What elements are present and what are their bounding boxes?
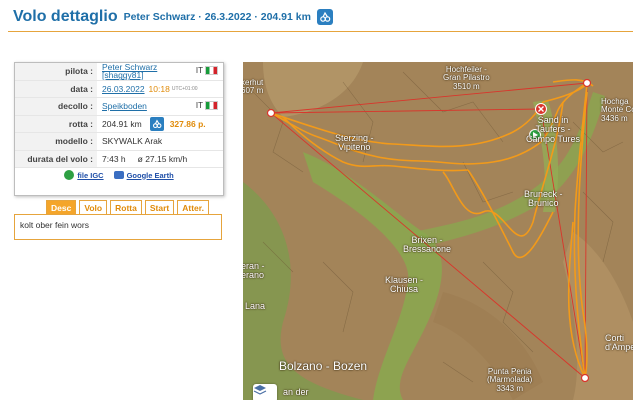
map-label-brixen: Brixen - Bressanone [403,235,452,255]
map-label-peak: kerhut 607 m [243,78,264,96]
tab-start[interactable]: Start [144,200,175,214]
igc-file-link[interactable]: file IGC [77,171,103,180]
google-earth-link[interactable]: Google Earth [127,171,174,180]
map-label-marmolada: Punta Penia (Marmolada) 3343 m [487,367,533,393]
page-header: Volo dettaglio Peter Schwarz · 26.3.2022… [13,6,333,28]
pilot-country-code: IT [195,65,203,75]
tab-desc[interactable]: Desc [46,200,77,214]
tab-rotta[interactable]: Rotta [110,200,142,214]
download-links: file IGC Google Earth [15,168,223,182]
takeoff-row: decollo : Speikboden IT [15,98,223,116]
map-label-lana: Lana [245,301,266,311]
route-label: rotta : [15,115,97,132]
map-label-text: Sand in Taufers - Campo Tures [526,115,581,144]
tab-volo[interactable]: Volo [79,200,108,214]
map-label-bolzano: Bolzano - Bozen [279,360,367,373]
flight-duration: 7:43 h [102,153,126,164]
date-row: data : 26.03.2022 10:18 UTC+01:00 [15,80,223,98]
flight-info-panel: pilota : Peter Schwarz [shaggy81] IT dat… [14,62,224,196]
map-label-bruneck: Bruneck - Brunico [524,189,563,209]
map-label-text: Brixen - Bressanone [403,235,452,255]
pilot-handle-link[interactable]: [shaggy81] [102,71,144,80]
map-label-sand-in-taufers: Sand in Taufers - Campo Tures [526,115,581,144]
takeoff-country: IT [196,101,218,110]
date-label: data : [15,80,97,97]
description-box: kolt ober fein wors [14,214,222,240]
map-label-meran: eran - erano [243,261,265,281]
xcontest-icon[interactable] [316,9,333,25]
glider-model: SKYWALK Arak [102,136,163,147]
map-label-text: Bruneck - Brunico [524,189,563,209]
page-title: Volo dettaglio [13,8,118,25]
map-label-an-der: an der [283,387,309,397]
model-row: modello : SKYWALK Arak [15,133,223,151]
map-label-hochfeiler: Hochfeiler - Gran Pilastro 3510 m [443,65,490,91]
italy-flag-icon [205,101,218,110]
italy-flag-icon [205,66,218,75]
map-label-text: Hochga Monte Col 3436 m [601,97,633,123]
turnpoint-marker[interactable] [582,78,592,88]
takeoff-label: decollo : [15,98,97,115]
map-label-text: Corti d'Ampe [605,333,633,353]
route-distance: 204.91 km [102,118,142,129]
route-type-icon[interactable] [149,116,164,131]
map-label-text: an der [283,387,309,397]
duration-row: durata del volo : 7:43 h ø 27.15 km/h [15,150,223,168]
model-label: modello : [15,133,97,150]
average-speed: ø 27.15 km/h [137,153,188,164]
map-label-text: eran - erano [243,261,265,281]
map-label-sterzing: Sterzing - Vipiteno [335,133,374,153]
pilot-row: pilota : Peter Schwarz [shaggy81] IT [15,63,223,81]
map-layers-button[interactable] [253,384,277,400]
igc-file-icon [64,170,75,180]
map-label-cortina: Corti d'Ampe [605,333,633,353]
duration-label: durata del volo : [15,150,97,167]
map-label-text: Hochfeiler - Gran Pilastro 3510 m [443,65,490,91]
date-link[interactable]: 26.03.2022 [102,84,145,94]
map-canvas [243,62,633,400]
map-label-text: kerhut 607 m [243,78,264,96]
map-label-text: Lana [245,301,266,311]
map-label-text: Sterzing - Vipiteno [335,133,374,153]
turnpoint-marker[interactable] [580,373,590,383]
map-label-text: Punta Penia (Marmolada) 3343 m [487,367,533,393]
google-earth-icon [113,171,124,179]
detail-tabs: Desc Volo Rotta Start Atter. [46,200,209,214]
layers-icon [253,385,267,395]
map-label-klausen: Klausen - Chiusa [385,275,424,295]
pilot-label: pilota : [15,63,97,80]
header-divider [8,31,633,32]
map-label-text: Bolzano - Bozen [279,359,368,373]
start-time: 10:18 [148,83,170,94]
tab-atter[interactable]: Atter. [177,200,209,214]
landing-marker-icon[interactable] [535,103,547,115]
page-subtitle: Peter Schwarz · 26.3.2022 · 204.91 km [123,11,311,23]
takeoff-country-code: IT [195,101,203,110]
pilot-country: IT [196,66,218,75]
turnpoint-marker[interactable] [266,108,276,118]
map-label-hochgall: Hochga Monte Col 3436 m [601,97,633,123]
route-points: 327.86 p. [169,118,206,129]
utc-offset: UTC+01:00 [171,85,198,92]
flight-map[interactable]: kerhut 607 m Hochfeiler - Gran Pilastro … [243,62,633,400]
route-row: rotta : 204.91 km 327.86 p. [15,115,223,133]
map-label-text: Klausen - Chiusa [385,275,424,295]
takeoff-link[interactable]: Speikboden [102,101,147,111]
